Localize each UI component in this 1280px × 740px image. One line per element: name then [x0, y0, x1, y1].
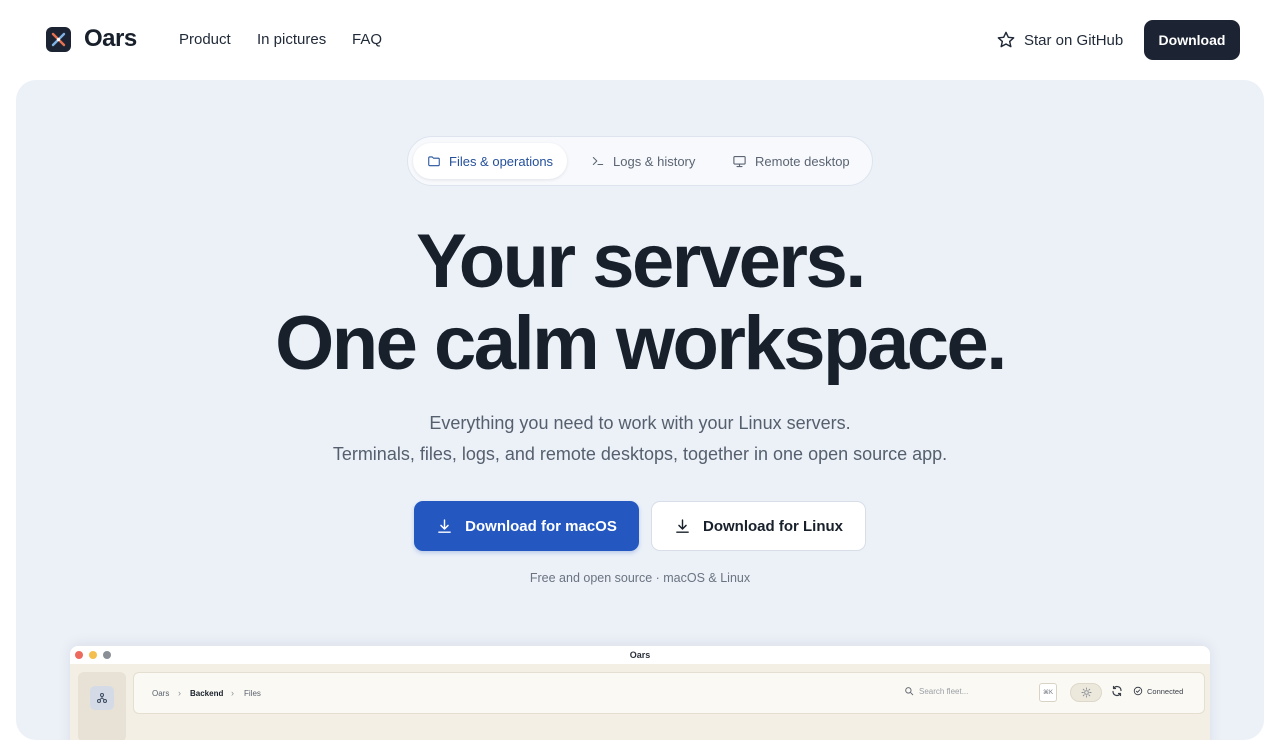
- top-nav: Oars Product In pictures FAQ Star on Git…: [0, 0, 1280, 80]
- headline-line-2: One calm workspace.: [275, 301, 1007, 386]
- sidebar: [78, 672, 126, 740]
- download-macos-button[interactable]: Download for macOS: [414, 501, 639, 551]
- chevron-right-icon: ›: [231, 688, 234, 698]
- download-icon: [438, 518, 452, 533]
- brand-name[interactable]: Oars: [84, 25, 137, 53]
- breadcrumb-section: Files: [244, 689, 261, 698]
- app-body: Oars › Backend › Files Search fleet... ⌘…: [70, 664, 1210, 740]
- network-icon: [97, 693, 107, 703]
- tab-remote-desktop[interactable]: Remote desktop: [718, 143, 864, 179]
- tab-files-operations[interactable]: Files & operations: [413, 143, 568, 179]
- breadcrumb-root[interactable]: Oars: [152, 689, 169, 698]
- star-on-github-link[interactable]: Star on GitHub: [996, 30, 1123, 50]
- breadcrumb-server[interactable]: Backend: [190, 689, 223, 698]
- download-macos-label: Download for macOS: [465, 517, 617, 535]
- star-on-github-label: Star on GitHub: [1024, 31, 1124, 49]
- sun-icon: [1080, 687, 1092, 698]
- feature-tabs: Files & operations Logs & history Remote…: [407, 136, 873, 186]
- headline-line-1: Your servers.: [416, 219, 866, 304]
- tab-label: Files & operations: [449, 153, 554, 169]
- refresh-icon[interactable]: [1111, 685, 1123, 697]
- check-circle-icon: [1133, 686, 1143, 696]
- theme-toggle[interactable]: [1070, 683, 1102, 702]
- subtitle-line-2: Terminals, files, logs, and remote deskt…: [332, 444, 948, 464]
- download-linux-label: Download for Linux: [703, 517, 843, 535]
- monitor-icon: [733, 155, 746, 167]
- fleet-search[interactable]: Search fleet...: [904, 686, 968, 696]
- fleet-button[interactable]: [90, 686, 114, 710]
- nav-link-in-pictures[interactable]: In pictures: [257, 31, 326, 48]
- tab-logs-history[interactable]: Logs & history: [577, 143, 709, 179]
- tab-label: Logs & history: [613, 153, 696, 169]
- star-icon: [997, 31, 1015, 48]
- search-placeholder: Search fleet...: [919, 686, 969, 696]
- connection-status-label: Connected: [1147, 686, 1184, 696]
- terminal-icon: [592, 156, 604, 166]
- subtitle-line-1: Everything you need to work with your Li…: [429, 413, 851, 433]
- download-icon: [676, 518, 689, 533]
- folder-icon: [428, 156, 440, 167]
- chevron-right-icon: ›: [178, 688, 181, 698]
- nav-download-button[interactable]: Download: [1144, 20, 1240, 60]
- hero-section: Files & operations Logs & history Remote…: [16, 80, 1264, 740]
- app-preview-window: Oars Oars › Backend › Files Search fleet…: [70, 646, 1210, 740]
- app-toolbar: Oars › Backend › Files Search fleet... ⌘…: [133, 672, 1205, 714]
- window-title: Oars: [629, 650, 651, 660]
- license-footnote: Free and open source · macOS & Linux: [529, 571, 751, 585]
- tab-label: Remote desktop: [755, 153, 850, 169]
- nav-link-product[interactable]: Product: [179, 31, 231, 48]
- connection-status: Connected: [1133, 686, 1183, 696]
- oars-logo-icon[interactable]: [46, 27, 71, 52]
- search-icon: [905, 687, 914, 696]
- download-linux-button[interactable]: Download for Linux: [651, 501, 866, 551]
- search-shortcut: ⌘K: [1039, 683, 1057, 702]
- nav-link-faq[interactable]: FAQ: [352, 31, 382, 48]
